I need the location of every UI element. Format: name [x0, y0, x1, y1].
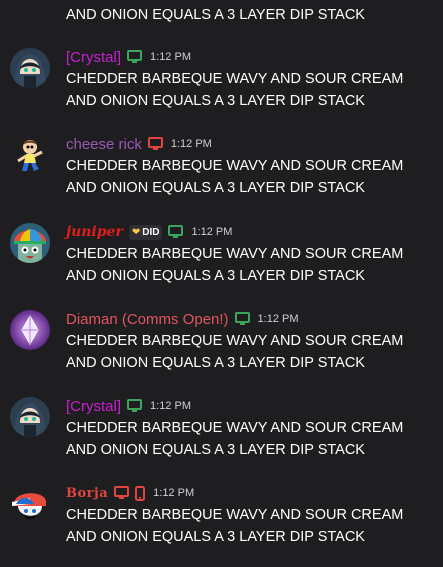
message-line: AND ONION EQUALS A 3 LAYER DIP STACK — [66, 355, 365, 371]
message-line: CHEDDER BARBEQUE WAVY AND SOUR CREAM — [66, 507, 404, 523]
message-body: CHEDDER BARBEQUE WAVY AND SOUR CREAM AND… — [66, 155, 436, 199]
timestamp: 1:12 PM — [153, 487, 195, 499]
username[interactable]: Diaman (Comms Open!) — [66, 311, 229, 328]
badge-label: DID — [142, 226, 160, 238]
message-line: AND ONION EQUALS A 3 LAYER DIP STACK — [66, 268, 365, 284]
message-line: AND ONION EQUALS A 3 LAYER DIP STACK — [66, 529, 365, 545]
mobile-icon — [135, 485, 146, 501]
message-line: CHEDDER BARBEQUE WAVY AND SOUR CREAM — [66, 158, 404, 174]
timestamp: 1:12 PM — [150, 51, 191, 63]
username[interactable]: cheese rick — [66, 136, 142, 153]
timestamp: 1:12 PM — [191, 226, 233, 238]
message-line: AND ONION EQUALS A 3 LAYER DIP STACK — [66, 442, 365, 458]
message-body: CHEDDER BARBEQUE WAVY AND SOUR CREAM AND… — [66, 504, 436, 548]
message: cheese rick 1:12 PM CHEDDER BARBEQUE WAV… — [0, 133, 443, 199]
crystal-gem-avatar-icon — [10, 310, 50, 350]
rainbow-hat-avatar-icon — [10, 223, 50, 263]
avatar[interactable] — [10, 223, 50, 263]
message-body-partial: AND ONION EQUALS A 3 LAYER DIP STACK — [66, 7, 365, 23]
message: Borja 1:12 PM CHEDDER BARBEQUE WAVY AND … — [0, 482, 443, 548]
desktop-icon — [168, 225, 184, 239]
morty-avatar-icon — [10, 135, 50, 175]
username[interactable]: [Crystal] — [66, 398, 121, 415]
message-body: CHEDDER BARBEQUE WAVY AND SOUR CREAM AND… — [66, 243, 436, 287]
message: [Crystal] 1:12 PM CHEDDER BARBEQUE WAVY … — [0, 395, 443, 461]
message: juniper ❤ DID 1:12 PM CHEDDER BARBEQUE W… — [0, 221, 443, 287]
desktop-icon — [114, 486, 130, 500]
message-line: CHEDDER BARBEQUE WAVY AND SOUR CREAM — [66, 71, 404, 87]
avatar[interactable] — [10, 484, 50, 524]
hooded-anime-avatar-icon — [10, 48, 50, 88]
desktop-icon — [127, 50, 143, 64]
message-body: CHEDDER BARBEQUE WAVY AND SOUR CREAM AND… — [66, 68, 436, 112]
message-body: CHEDDER BARBEQUE WAVY AND SOUR CREAM AND… — [66, 330, 436, 374]
timestamp: 1:12 PM — [150, 400, 191, 412]
role-badge: ❤ DID — [128, 224, 163, 240]
message-line: CHEDDER BARBEQUE WAVY AND SOUR CREAM — [66, 246, 404, 262]
message: [Crystal] 1:12 PM CHEDDER BARBEQUE WAVY … — [0, 46, 443, 112]
desktop-icon — [147, 137, 163, 151]
avatar[interactable] — [10, 310, 50, 350]
message-line: CHEDDER BARBEQUE WAVY AND SOUR CREAM — [66, 333, 404, 349]
message-line: AND ONION EQUALS A 3 LAYER DIP STACK — [66, 180, 365, 196]
message-line: CHEDDER BARBEQUE WAVY AND SOUR CREAM — [66, 420, 404, 436]
username[interactable]: Borja — [66, 486, 108, 501]
timestamp: 1:12 PM — [257, 313, 299, 325]
username[interactable]: [Crystal] — [66, 49, 121, 66]
username[interactable]: juniper — [66, 224, 123, 240]
chat-log: AND ONION EQUALS A 3 LAYER DIP STACK [Cr… — [0, 0, 443, 567]
desktop-icon — [127, 399, 143, 413]
boyfriend-avatar-icon — [10, 484, 50, 524]
message: Diaman (Comms Open!) 1:12 PM CHEDDER BAR… — [0, 308, 443, 374]
desktop-icon — [234, 312, 250, 326]
avatar[interactable] — [10, 397, 50, 437]
avatar[interactable] — [10, 48, 50, 88]
avatar[interactable] — [10, 135, 50, 175]
message-line: AND ONION EQUALS A 3 LAYER DIP STACK — [66, 93, 365, 109]
heart-icon: ❤ — [131, 226, 141, 238]
timestamp: 1:12 PM — [170, 138, 212, 150]
hooded-anime-avatar-icon — [10, 397, 50, 437]
message-body: CHEDDER BARBEQUE WAVY AND SOUR CREAM AND… — [66, 417, 436, 461]
